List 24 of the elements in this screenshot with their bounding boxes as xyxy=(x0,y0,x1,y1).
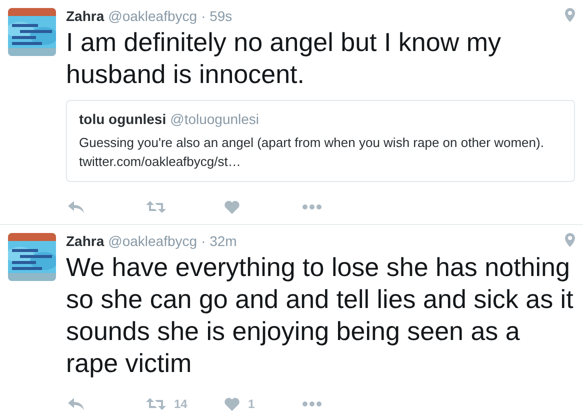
location-pin-icon[interactable] xyxy=(565,8,575,22)
tweet-time[interactable]: · 32m xyxy=(201,233,237,249)
more-icon[interactable] xyxy=(302,401,322,407)
retweet-count: 14 xyxy=(174,397,188,411)
author-name[interactable]: Zahra xyxy=(66,233,104,249)
author-name[interactable]: Zahra xyxy=(66,8,104,24)
author-handle[interactable]: @oakleafbycg xyxy=(108,233,198,249)
location-pin-icon[interactable] xyxy=(565,233,575,247)
quoted-author-handle: @toluogunlesi xyxy=(170,111,260,127)
tweet-time[interactable]: · 59s xyxy=(201,8,232,24)
tweet-text: We have everything to lose she has nothing so she can go and and tell lies and sick as it sounds she is enjoying being seen as a rape victim xyxy=(66,251,574,379)
quoted-tweet[interactable]: tolu ogunlesi @toluogunlesi Guessing you're also an angel (apart from when you wish rape on other women). twitter.com/oakleafbycg/st… xyxy=(66,100,575,182)
author-handle[interactable]: @oakleafbycg xyxy=(108,8,198,24)
quoted-tweet-text: Guessing you're also an angel (apart from when you wish rape on other women). twitter.com/oakleafbycg/st… xyxy=(79,134,545,171)
retweet-icon[interactable] xyxy=(146,397,166,411)
reply-icon[interactable] xyxy=(68,398,84,410)
more-icon[interactable] xyxy=(302,204,322,210)
quoted-author-name: tolu ogunlesi xyxy=(79,111,166,127)
heart-icon[interactable] xyxy=(224,397,240,411)
like-count: 1 xyxy=(248,397,255,411)
reply-icon[interactable] xyxy=(68,201,84,213)
tweet-text: I am definitely no angel but I know my husband is innocent. xyxy=(66,26,502,90)
retweet-icon[interactable] xyxy=(146,200,166,214)
heart-icon[interactable] xyxy=(224,200,240,214)
